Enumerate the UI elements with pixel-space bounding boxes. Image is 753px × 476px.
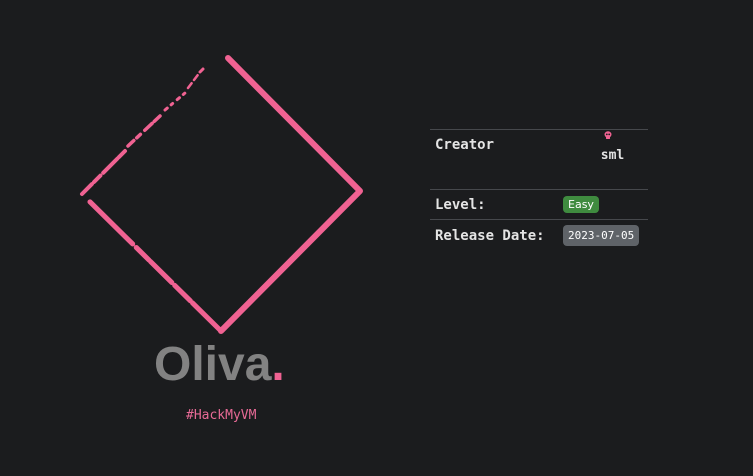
- machine-title: Oliva.: [154, 337, 285, 392]
- level-label: Level:: [435, 196, 486, 213]
- creator-label: Creator: [435, 137, 495, 153]
- skull-icon: [604, 131, 611, 139]
- title-dot: .: [271, 338, 285, 391]
- machine-name: Oliva: [154, 338, 272, 391]
- creator-cell[interactable]: sml: [563, 130, 648, 190]
- platform-hashtag[interactable]: #HackMyVM: [186, 408, 256, 423]
- creator-row: Creator sml: [430, 129, 648, 190]
- machine-info-table: Creator sml Level: Easy Release Date: 20…: [430, 129, 648, 251]
- diamond-logo: [79, 55, 363, 334]
- creator-name[interactable]: sml: [563, 148, 648, 163]
- release-row: Release Date: 2023-07-05: [430, 219, 648, 252]
- level-row: Level: Easy: [430, 189, 648, 220]
- release-date-label: Release Date:: [435, 227, 545, 244]
- level-cell: Easy: [563, 190, 648, 220]
- release-date-cell: 2023-07-05: [563, 220, 648, 252]
- level-badge: Easy: [563, 196, 599, 213]
- release-date-badge: 2023-07-05: [563, 225, 640, 246]
